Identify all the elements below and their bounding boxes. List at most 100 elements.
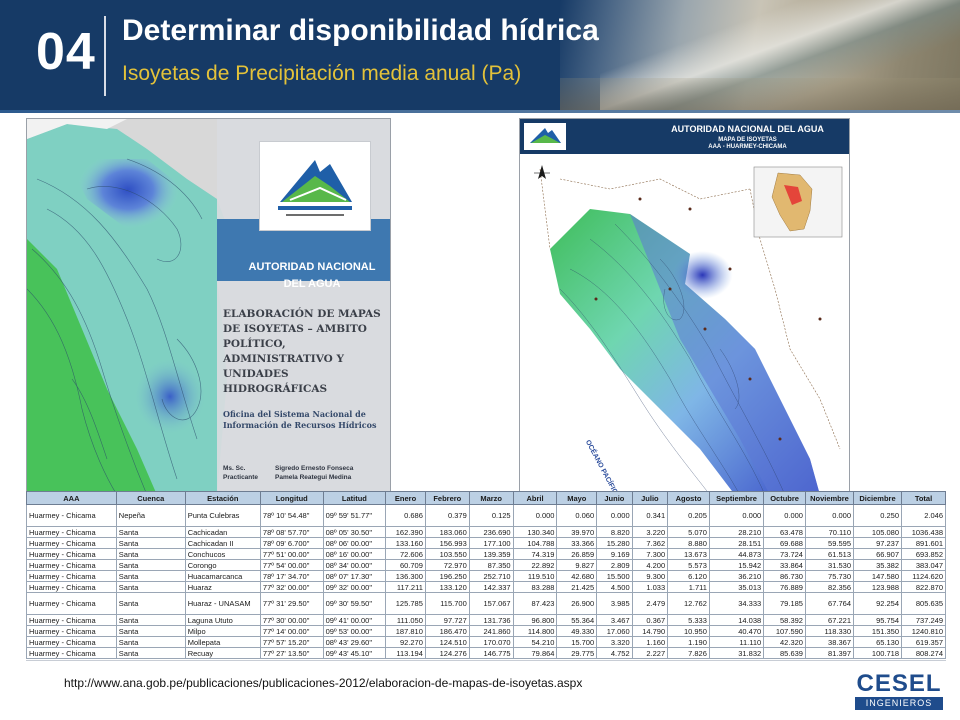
table-cell: Huarmey - Chicama (26, 592, 117, 615)
table-row: Huarmey - Chicama Santa Huaraz 77º 32' 00.0… (26, 581, 946, 593)
table-cell: 118.330 (804, 625, 855, 637)
table-cell: Cachicadan II (184, 537, 261, 549)
table-cell: 78º 10' 54.48" (259, 504, 324, 527)
slide-subtitle: Isoyetas de Precipitación media anual (P… (122, 62, 522, 85)
table-cell: 5.333 (667, 614, 710, 626)
table-cell: 28.151 (708, 537, 765, 549)
table-row: Huarmey - Chicama Santa Laguna Ututo 77º 30… (26, 614, 946, 626)
table-cell: 79.864 (512, 647, 558, 659)
table-cell: 08º 43' 29.60" (322, 636, 387, 648)
table-cell: Cachicadan (184, 526, 261, 538)
table-cell: 38.367 (804, 636, 855, 648)
table-cell: 8.880 (667, 537, 710, 549)
table-cell: 77º 27' 13.50" (259, 647, 324, 659)
table-cell: 9.300 (631, 570, 669, 582)
table-cell: 92.254 (852, 592, 903, 615)
table-cell: 0.000 (596, 504, 633, 527)
table-cell: Huarmey - Chicama (26, 559, 117, 571)
table-cell: 130.340 (512, 526, 558, 538)
section-number: 04 (36, 23, 96, 81)
table-cell: 0.060 (556, 504, 598, 527)
table-cell: 162.390 (385, 526, 426, 538)
table-cell: 14.790 (631, 625, 669, 637)
table-cell: 891.601 (901, 537, 946, 549)
table-cell: 86.730 (763, 570, 806, 582)
table-cell: 08º 07' 17.30" (322, 570, 387, 582)
table-cell: Huarmey - Chicama (26, 636, 117, 648)
table-cell: 13.673 (667, 548, 710, 560)
table-cell: 44.873 (708, 548, 765, 560)
table-row: Huarmey - Chicama Santa Cachicadan II 78º 0… (26, 537, 946, 549)
table-cell: Conchucos (184, 548, 261, 560)
table-cell: 95.754 (852, 614, 903, 626)
canal-photo (560, 0, 960, 113)
table-cell: 151.350 (852, 625, 903, 637)
table-cell: 0.000 (708, 504, 765, 527)
table-cell: Huarmey - Chicama (26, 537, 117, 549)
table-cell: 100.718 (852, 647, 903, 659)
table-cell: 97.237 (852, 537, 903, 549)
column-header: Marzo (468, 491, 514, 505)
table-cell: 142.337 (468, 581, 514, 593)
table-cell: 11.110 (708, 636, 765, 648)
table-cell: 08º 06' 00.00" (322, 537, 387, 549)
table-cell: 08º 16' 00.00" (322, 548, 387, 560)
table-cell: 1240.810 (901, 625, 946, 637)
table-cell: 67.221 (804, 614, 855, 626)
table-cell: 0.000 (512, 504, 558, 527)
column-header: Abril (512, 491, 558, 505)
table-cell: 77º 51' 00.00" (259, 548, 324, 560)
table-cell: 4.200 (631, 559, 669, 571)
credit-line: Practicante Pamela Reategui Medina (223, 474, 352, 481)
table-cell: 236.690 (468, 526, 514, 538)
table-cell: 54.210 (512, 636, 558, 648)
table-cell: 31.530 (804, 559, 855, 571)
table-cell: 63.478 (763, 526, 806, 538)
table-cell: 177.100 (468, 537, 514, 549)
table-cell: 196.250 (424, 570, 470, 582)
table-cell: Huarmey - Chicama (26, 614, 117, 626)
table-cell: 85.639 (763, 647, 806, 659)
table-cell: Santa (115, 581, 186, 593)
table-cell: 75.730 (804, 570, 855, 582)
table-cell: Santa (115, 614, 186, 626)
table-cell: 33.864 (763, 559, 806, 571)
table-cell: Huaraz (184, 581, 261, 593)
table-cell: 70.110 (804, 526, 855, 538)
table-cell: 0.000 (804, 504, 855, 527)
table-cell: 103.550 (424, 548, 470, 560)
precipitation-table: AAA Cuenca Estación Longitud Latitud Enero Feb… (26, 491, 946, 659)
table-cell: Santa (115, 636, 186, 648)
table-cell: 60.709 (385, 559, 426, 571)
ana-logo-small (524, 123, 566, 150)
column-header: Total (901, 491, 946, 505)
table-cell: 78º 17' 34.70" (259, 570, 324, 582)
table-cell: 115.700 (424, 592, 470, 615)
table-cell: 82.356 (804, 581, 855, 593)
table-cell: Huarmey - Chicama (26, 570, 117, 582)
table-cell: 1124.620 (901, 570, 946, 582)
slide-title: Determinar disponibilidad hídrica (122, 14, 599, 47)
table-cell: 77º 31' 29.50" (259, 592, 324, 615)
table-cell: 77º 54' 00.00" (259, 559, 324, 571)
table-cell: Santa (115, 548, 186, 560)
table-cell: 87.350 (468, 559, 514, 571)
map-banner-subtitle: MAPA DE ISOYETAS AAA - HUARMEY-CHICAMA (708, 137, 787, 150)
table-cell: 77º 30' 00.00" (259, 614, 324, 626)
table-cell: 2.227 (631, 647, 669, 659)
table-cell: 737.249 (901, 614, 946, 626)
table-cell: 7.362 (631, 537, 669, 549)
table-cell: 92.270 (385, 636, 426, 648)
table-cell: Huarmey - Chicama (26, 526, 117, 538)
table-cell: 15.500 (596, 570, 633, 582)
table-cell: Huarmey - Chicama (26, 647, 117, 659)
table-cell: Santa (115, 526, 186, 538)
table-cell: 49.330 (556, 625, 598, 637)
table-cell: 17.060 (596, 625, 633, 637)
table-cell: 15.942 (708, 559, 765, 571)
table-cell: 170.070 (468, 636, 514, 648)
table-cell: 58.392 (763, 614, 806, 626)
column-header: Estación (184, 491, 261, 505)
table-cell: 09º 59' 51.77" (322, 504, 387, 527)
table-cell: 0.379 (424, 504, 470, 527)
